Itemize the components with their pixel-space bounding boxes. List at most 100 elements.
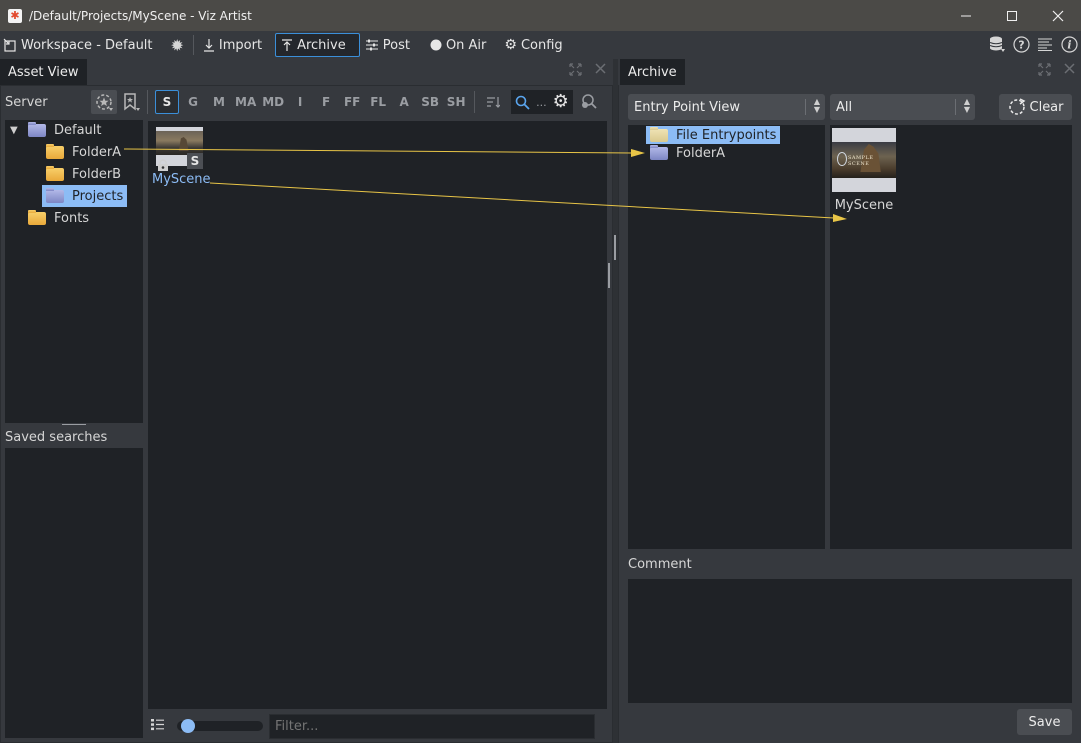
bookmark-icon xyxy=(124,93,140,111)
filter-ma[interactable]: MA xyxy=(233,90,258,114)
viz-artist-logo-icon: ✱ xyxy=(8,8,22,23)
asset-view-close-button[interactable] xyxy=(595,63,606,78)
splitter-grip[interactable] xyxy=(608,263,610,288)
reset-icon xyxy=(1008,98,1025,115)
filter-sh[interactable]: SH xyxy=(444,90,468,114)
config-gear-icon: ⚙ xyxy=(504,37,517,53)
save-button[interactable]: Save xyxy=(1017,709,1072,735)
filter-separator xyxy=(474,91,476,113)
config-button[interactable]: ⚙ Config xyxy=(499,33,567,57)
search-icon xyxy=(515,95,530,110)
svg-text:?: ? xyxy=(1018,38,1024,51)
bookmark-button[interactable] xyxy=(118,90,144,114)
tree-item-fonts[interactable]: Fonts xyxy=(28,208,93,228)
on-air-dot-icon xyxy=(430,39,442,51)
view-select-value: Entry Point View xyxy=(634,99,740,115)
sort-button[interactable] xyxy=(481,90,505,114)
minimize-button[interactable] xyxy=(943,0,989,31)
server-favorites-button[interactable] xyxy=(91,90,117,114)
close-button[interactable] xyxy=(1035,0,1081,31)
slider-handle[interactable] xyxy=(180,719,195,733)
entry-point-file-entrypoints[interactable]: File Entrypoints xyxy=(646,126,781,144)
type-select[interactable]: All ▲ ▼ xyxy=(830,94,975,120)
expand-icon xyxy=(569,63,582,76)
workspace-label: Workspace - Default xyxy=(21,37,153,53)
on-air-button[interactable]: On Air xyxy=(425,33,491,57)
comment-label: Comment xyxy=(628,557,692,572)
splitter-grip[interactable] xyxy=(614,235,616,260)
updown-arrows-icon: ▲ ▼ xyxy=(963,97,970,114)
on-air-label: On Air xyxy=(445,37,487,53)
archive-items-grid: SAMPLE SCENE MyScene xyxy=(830,125,1072,549)
tree-item-folderb[interactable]: FolderB xyxy=(46,164,125,184)
tab-archive[interactable]: Archive xyxy=(620,59,685,85)
gear-cursor-icon: ✹ xyxy=(170,35,184,55)
config-label: Config xyxy=(520,37,563,53)
tree-splitter-handle[interactable] xyxy=(62,424,86,425)
folder-icon xyxy=(28,209,46,225)
filter-separator xyxy=(147,90,148,114)
archive-item-myscene[interactable]: SAMPLE SCENE MyScene xyxy=(832,128,896,213)
view-select[interactable]: Entry Point View ▲ ▼ xyxy=(628,94,825,120)
archive-icon xyxy=(281,38,293,52)
import-button[interactable]: Import xyxy=(198,33,267,57)
list-view-button[interactable] xyxy=(150,718,165,735)
scene-type-badge: S xyxy=(187,153,203,169)
workspace-settings-button[interactable]: ✹ xyxy=(166,33,189,57)
filter-input[interactable] xyxy=(269,713,595,739)
expand-icon xyxy=(1038,63,1051,76)
filter-ff[interactable]: FF xyxy=(340,90,364,114)
close-icon xyxy=(1052,10,1064,21)
archive-close-button[interactable] xyxy=(1064,63,1075,78)
database-button[interactable] xyxy=(987,33,1007,55)
svg-text:i: i xyxy=(1067,38,1071,51)
title-bar: ✱ /Default/Projects/MyScene - Viz Artist xyxy=(0,0,1081,31)
folder-icon xyxy=(28,121,46,137)
expand-caret-icon[interactable]: ▼ xyxy=(10,125,20,136)
folder-icon xyxy=(650,144,668,160)
filter-g[interactable]: G xyxy=(181,90,205,114)
maximize-button[interactable] xyxy=(989,0,1035,31)
tab-asset-view[interactable]: Asset View xyxy=(0,59,87,85)
tree-item-default[interactable]: ▼ Default xyxy=(10,120,106,140)
search-options-ellipsis[interactable]: ... xyxy=(536,96,547,109)
archive-float-button[interactable] xyxy=(1038,63,1051,80)
filter-f[interactable]: F xyxy=(314,90,338,114)
filter-md[interactable]: MD xyxy=(260,90,286,114)
filter-i[interactable]: I xyxy=(288,90,312,114)
advanced-search-button[interactable] xyxy=(577,90,601,114)
import-label: Import xyxy=(218,37,263,53)
star-refresh-icon xyxy=(96,94,113,111)
toolbar-separator xyxy=(192,35,194,55)
help-button[interactable]: ? xyxy=(1011,33,1031,55)
search-settings-gear-icon[interactable]: ⚙ xyxy=(553,93,569,111)
filter-sb[interactable]: SB xyxy=(418,90,442,114)
folder-icon xyxy=(46,143,64,159)
asset-item-myscene[interactable]: S MyScene xyxy=(152,127,212,187)
type-select-value: All xyxy=(836,99,853,115)
tree-item-foldera[interactable]: FolderA xyxy=(46,142,125,162)
comment-textarea[interactable] xyxy=(628,579,1072,703)
filter-a[interactable]: A xyxy=(392,90,416,114)
archive-tabbar: Archive xyxy=(620,59,685,85)
entry-point-foldera[interactable]: FolderA xyxy=(650,144,729,162)
archive-item-label: MyScene xyxy=(834,198,894,213)
search-box[interactable]: ... ⚙ xyxy=(511,90,573,114)
tree-item-projects[interactable]: Projects xyxy=(42,185,128,207)
log-button[interactable] xyxy=(1035,33,1055,55)
type-filter-bar: S G M MA MD I F FF FL A SB SH ... ⚙ xyxy=(150,89,603,115)
archive-button[interactable]: Archive xyxy=(275,33,360,57)
clear-button[interactable]: Clear xyxy=(999,94,1072,120)
updown-arrows-icon: ▲ ▼ xyxy=(813,97,820,114)
close-icon xyxy=(595,63,606,74)
info-button[interactable]: i xyxy=(1059,33,1079,55)
minimize-icon xyxy=(961,15,971,16)
filter-m[interactable]: M xyxy=(207,90,231,114)
asset-view-float-button[interactable] xyxy=(569,63,582,80)
filter-fl[interactable]: FL xyxy=(366,90,390,114)
thumbnail-size-slider[interactable] xyxy=(177,719,263,733)
filter-s[interactable]: S xyxy=(155,90,179,114)
post-button[interactable]: Post xyxy=(360,33,415,57)
log-lines-icon xyxy=(1038,38,1052,51)
workspace-button[interactable]: Workspace - Default xyxy=(0,33,158,57)
